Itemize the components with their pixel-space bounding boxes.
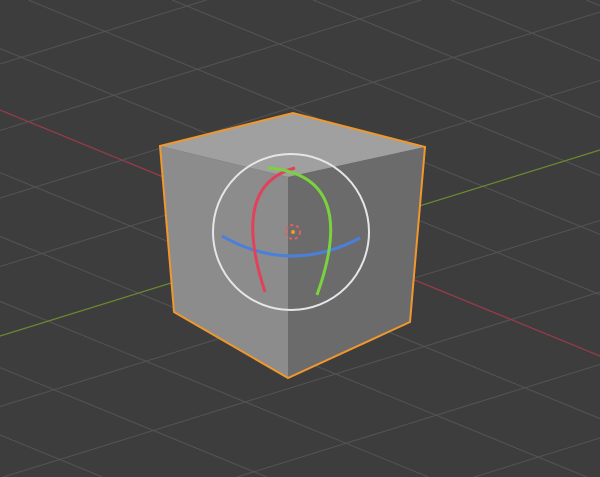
grid-line xyxy=(0,367,267,477)
grid-line xyxy=(0,434,103,477)
grid-line xyxy=(0,0,422,131)
grid-line xyxy=(586,0,600,7)
grid-line xyxy=(451,0,600,62)
origin-point-icon xyxy=(291,230,295,234)
grid-line xyxy=(0,0,207,65)
grid-line xyxy=(474,437,600,477)
3d-viewport[interactable] xyxy=(0,0,600,477)
grid-line xyxy=(313,0,600,119)
cube-object[interactable] xyxy=(158,111,427,380)
